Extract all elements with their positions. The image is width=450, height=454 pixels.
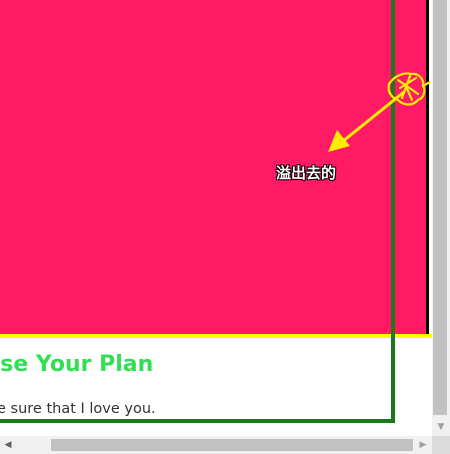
scrollbar-corner <box>432 436 450 454</box>
yellow-divider <box>0 334 432 338</box>
scroll-down-arrow-icon[interactable]: ▼ <box>432 418 450 436</box>
scroll-right-arrow-icon[interactable]: ▶ <box>414 436 432 454</box>
scroll-left-arrow-icon[interactable]: ◀ <box>0 436 16 454</box>
page-viewport: oose Your Plan e sure that I love you. 溢… <box>0 0 432 436</box>
vertical-scrollbar-thumb[interactable] <box>433 0 447 415</box>
overflow-label: 溢出去的 <box>276 164 337 182</box>
pink-card <box>0 0 429 337</box>
horizontal-scrollbar-thumb[interactable] <box>51 439 413 451</box>
plan-title: oose Your Plan <box>0 352 154 377</box>
plan-text: e sure that I love you. <box>0 401 156 417</box>
